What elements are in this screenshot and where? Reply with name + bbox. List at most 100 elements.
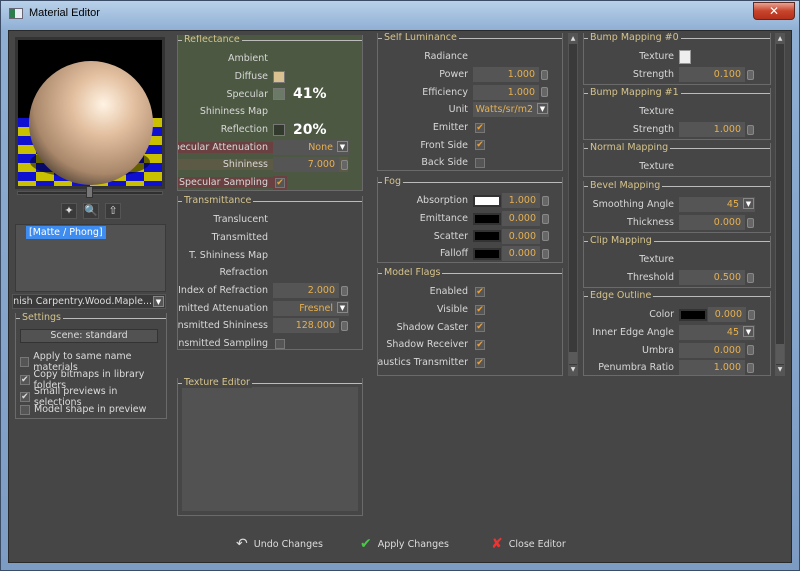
tree-item-matte-phong[interactable]: [Matte / Phong] [26, 226, 106, 239]
shininess-spinner-icon[interactable] [341, 159, 348, 170]
index-of-refraction-spinner-icon[interactable] [341, 285, 348, 296]
texture-editor-canvas[interactable] [182, 387, 358, 511]
absorption-input[interactable]: 1.000 [502, 193, 540, 209]
texture-texture-thumbnail[interactable] [679, 49, 691, 64]
material-select[interactable]: ...tics.Finish Carpentry.Wood.Maple▼ [12, 294, 166, 309]
absorption-spinner-icon[interactable] [542, 195, 549, 206]
close-editor-button[interactable]: ✘ Close Editor [491, 536, 566, 552]
right-scrollbar[interactable]: ▲ ▼ [775, 33, 785, 376]
transmitted-sampling-checkbox[interactable] [275, 338, 285, 349]
texture-row: Texture [584, 103, 770, 121]
scrollbar-thumb[interactable] [776, 344, 784, 364]
thickness-spinner-icon[interactable] [747, 217, 754, 228]
transmitted-sampling-label: Transmitted Sampling [178, 338, 268, 350]
back-side-checkbox[interactable] [475, 157, 485, 168]
threshold-input[interactable]: 0.500 [679, 270, 745, 286]
chevron-down-icon[interactable]: ▼ [337, 140, 348, 152]
specular-attenuation-dropdown[interactable]: None ▼ [273, 139, 349, 155]
efficiency-spinner-icon[interactable] [541, 87, 548, 98]
strength-spinner-icon[interactable] [747, 124, 754, 135]
transmitted-shininess-spinner-icon[interactable] [341, 320, 348, 331]
front-side-checkbox[interactable]: ✔ [475, 140, 485, 151]
emittance-input[interactable]: 0.000 [502, 211, 540, 227]
scroll-down-arrow[interactable]: ▼ [776, 365, 784, 375]
color-input[interactable]: 0.000 [708, 307, 746, 323]
penumbra-ratio-spinner-icon[interactable] [747, 362, 754, 373]
index-of-refraction-input[interactable]: 2.000 [273, 283, 339, 299]
thickness-input[interactable]: 0.000 [679, 215, 745, 231]
checkbox[interactable] [20, 357, 30, 367]
transmitted-attenuation-dropdown[interactable]: Fresnel ▼ [273, 300, 349, 316]
transmitted-attenuation-label: Transmitted Attenuation [178, 302, 268, 314]
falloff-label: Falloff [439, 248, 468, 260]
power-spinner-icon[interactable] [541, 69, 548, 80]
apply-changes-button[interactable]: ✔ Apply Changes [360, 536, 449, 552]
power-input[interactable]: 1.000 [473, 67, 539, 83]
emitter-checkbox[interactable]: ✔ [475, 122, 485, 133]
zoom-out-button[interactable]: 🔍 [83, 203, 99, 219]
scatter-color-swatch[interactable] [473, 230, 501, 243]
scatter-input[interactable]: 0.000 [502, 228, 540, 244]
falloff-spinner-icon[interactable] [542, 248, 549, 259]
shininess-row: Shininess 7.000 [178, 156, 362, 174]
unit-dropdown[interactable]: Watts/sr/m2 ▼ [473, 102, 549, 118]
scrollbar-thumb[interactable] [569, 352, 577, 364]
checkbox[interactable]: ✔ [20, 392, 30, 403]
chevron-down-icon[interactable]: ▼ [743, 198, 754, 210]
bump-mapping-0-group: Bump Mapping #0 Texture Strength 0.100 [583, 33, 771, 85]
scroll-down-arrow[interactable]: ▼ [569, 365, 577, 375]
chevron-down-icon[interactable]: ▼ [743, 326, 754, 338]
diffuse-color-swatch[interactable] [273, 70, 285, 83]
absorption-color-swatch[interactable] [473, 194, 501, 207]
falloff-input[interactable]: 0.000 [502, 246, 540, 262]
emittance-spinner-icon[interactable] [542, 213, 549, 224]
inner-edge-angle-dropdown[interactable]: 45 ▼ [679, 325, 755, 341]
scroll-up-arrow[interactable]: ▲ [569, 34, 577, 44]
undo-changes-button[interactable]: ↶ Undo Changes [236, 536, 323, 552]
threshold-spinner-icon[interactable] [747, 272, 754, 283]
caustics-receiver-checkbox[interactable]: ✔ [475, 375, 485, 376]
checkbox[interactable] [20, 404, 30, 415]
preview-slider-thumb[interactable] [86, 186, 93, 198]
smoothing-angle-dropdown[interactable]: 45 ▼ [679, 197, 755, 213]
umbra-spinner-icon[interactable] [747, 345, 754, 356]
texture-editor-title: Texture Editor [182, 378, 252, 388]
color-color-swatch[interactable] [679, 308, 707, 321]
penumbra-ratio-input[interactable]: 1.000 [679, 360, 745, 375]
umbra-input[interactable]: 0.000 [679, 342, 745, 358]
falloff-color-swatch[interactable] [473, 247, 501, 260]
transmitted-shininess-input[interactable]: 128.000 [273, 318, 339, 334]
shininess-input[interactable]: 7.000 [273, 157, 339, 173]
front-side-label: Front Side [420, 139, 468, 151]
efficiency-input[interactable]: 1.000 [473, 84, 539, 100]
color-spinner-icon[interactable] [748, 309, 755, 320]
chevron-down-icon[interactable]: ▼ [537, 103, 548, 115]
material-tree[interactable]: [Matte / Phong] [15, 224, 166, 292]
strength-input[interactable]: 0.100 [679, 67, 745, 83]
checkbox[interactable]: ✔ [20, 374, 30, 385]
middle-scrollbar[interactable]: ▲ ▼ [568, 33, 578, 376]
scene-button[interactable]: Scene: standard [20, 329, 158, 343]
specular-sampling-checkbox[interactable]: ✔ [275, 177, 285, 188]
inner-edge-angle-label: Inner Edge Angle [592, 327, 674, 339]
setting-model-shape-in-preview[interactable]: Model shape in preview [20, 404, 146, 415]
shadow-caster-checkbox[interactable]: ✔ [475, 322, 485, 333]
magic-wand-button[interactable]: ✦ [61, 203, 77, 219]
caustics-transmitter-checkbox[interactable]: ✔ [475, 357, 485, 368]
bump-mapping-1-group: Bump Mapping #1 Texture Strength 1.000 [583, 88, 771, 140]
reflection-color-swatch[interactable] [273, 123, 285, 136]
load-button[interactable]: ⇧ [105, 203, 121, 219]
scroll-up-arrow[interactable]: ▲ [776, 34, 784, 44]
shadow-receiver-checkbox[interactable]: ✔ [475, 339, 485, 350]
enabled-checkbox[interactable]: ✔ [475, 286, 485, 297]
specular-color-swatch[interactable] [273, 88, 285, 101]
emittance-color-swatch[interactable] [473, 212, 501, 225]
undo-icon: ↶ [236, 536, 248, 552]
strength-spinner-icon[interactable] [747, 69, 754, 80]
scatter-spinner-icon[interactable] [542, 231, 549, 242]
chevron-down-icon[interactable]: ▼ [337, 301, 348, 313]
visible-checkbox[interactable]: ✔ [475, 304, 485, 315]
strength-input[interactable]: 1.000 [679, 122, 745, 138]
edge-outline-group: Edge Outline Color 0.000 Inner Edge Angle 45… [583, 291, 771, 376]
chevron-down-icon[interactable]: ▼ [153, 296, 164, 307]
